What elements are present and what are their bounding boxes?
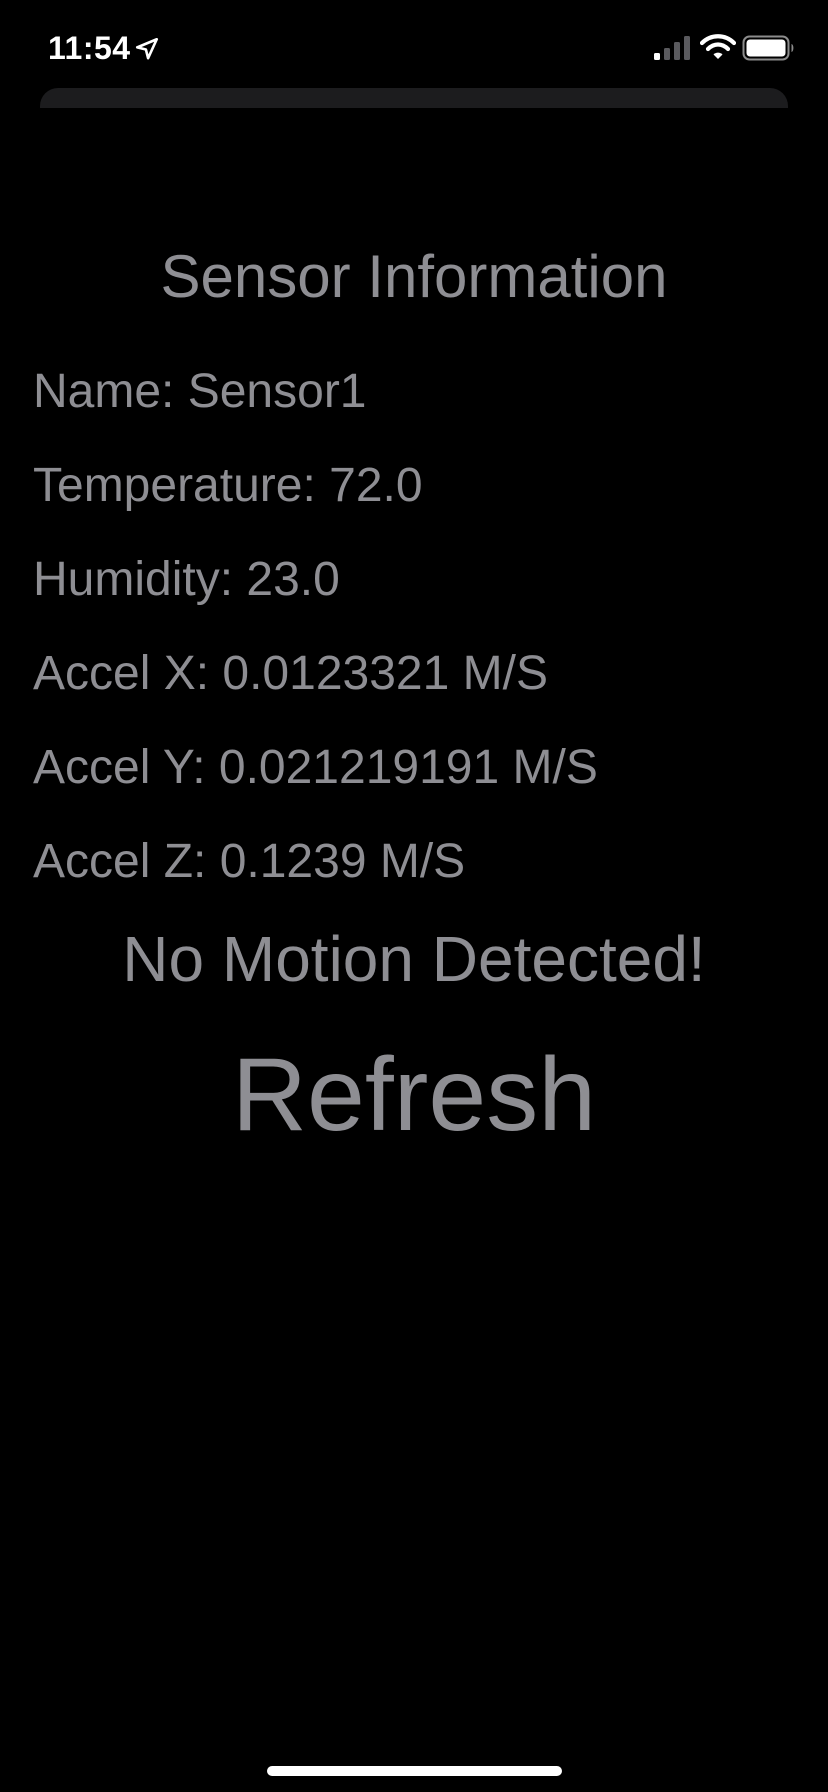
- status-time: 11:54: [48, 30, 131, 66]
- wifi-icon: [700, 34, 736, 59]
- refresh-button[interactable]: Refresh: [164, 1030, 664, 1160]
- page-title: Sensor Information: [160, 243, 668, 310]
- sensor-name-label: Name: Sensor1: [33, 365, 367, 418]
- humidity-label: Humidity: 23.0: [33, 553, 340, 606]
- modal-sheet-top: [40, 88, 788, 108]
- temperature-label: Temperature: 72.0: [33, 459, 423, 512]
- location-arrow-icon: [135, 37, 159, 60]
- status-bar: 11:54: [0, 0, 828, 96]
- accel-x-label: Accel X: 0.0123321 M/S: [33, 647, 548, 700]
- home-indicator[interactable]: [267, 1766, 562, 1776]
- battery-icon: [742, 35, 794, 61]
- accel-z-label: Accel Z: 0.1239 M/S: [33, 835, 466, 888]
- motion-status-label: No Motion Detected!: [122, 923, 706, 995]
- accel-y-label: Accel Y: 0.021219191 M/S: [33, 741, 598, 794]
- cellular-signal-icon: [654, 36, 690, 60]
